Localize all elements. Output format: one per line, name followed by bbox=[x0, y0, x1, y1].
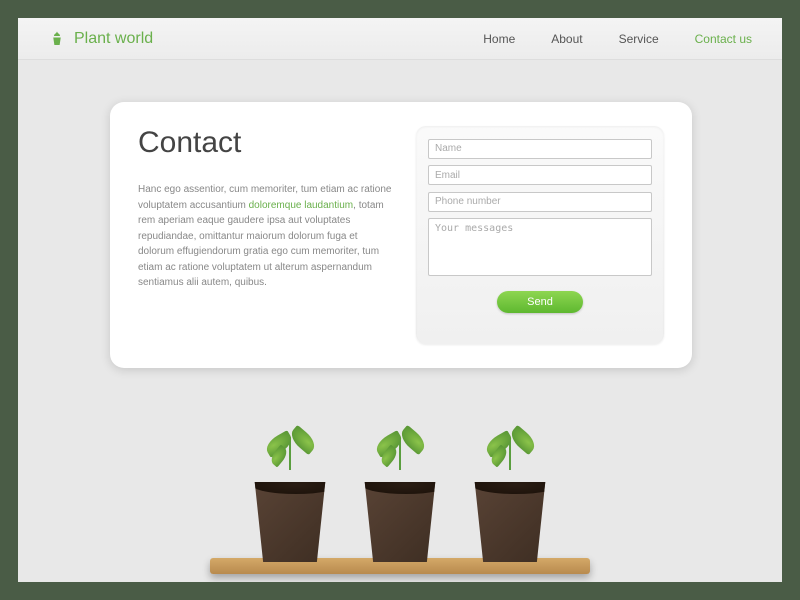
plant-pot-icon bbox=[48, 30, 66, 48]
send-button[interactable]: Send bbox=[497, 291, 583, 313]
message-field[interactable] bbox=[428, 218, 652, 276]
email-field[interactable] bbox=[428, 165, 652, 185]
desc-post: , totam rem aperiam eaque gaudere ipsa a… bbox=[138, 200, 384, 289]
contact-form: Send bbox=[416, 126, 664, 344]
nav-service[interactable]: Service bbox=[619, 32, 659, 46]
name-field[interactable] bbox=[428, 139, 652, 159]
nav-about[interactable]: About bbox=[551, 32, 582, 46]
nav: Home About Service Contact us bbox=[483, 32, 752, 46]
contact-card: Contact Hanc ego assentior, cum memorite… bbox=[110, 102, 692, 368]
contact-text: Contact Hanc ego assentior, cum memorite… bbox=[138, 126, 394, 344]
brand-logo[interactable]: Plant world bbox=[48, 30, 153, 48]
nav-contact[interactable]: Contact us bbox=[695, 32, 752, 46]
plant-pot bbox=[352, 466, 448, 562]
nav-home[interactable]: Home bbox=[483, 32, 515, 46]
plant-pot bbox=[462, 466, 558, 562]
brand-name: Plant world bbox=[74, 30, 153, 48]
page-title: Contact bbox=[138, 126, 394, 160]
phone-field[interactable] bbox=[428, 192, 652, 212]
plant-pot bbox=[242, 466, 338, 562]
contact-description: Hanc ego assentior, cum memoriter, tum e… bbox=[138, 182, 394, 291]
desc-highlight-link[interactable]: doloremque laudantium bbox=[249, 200, 354, 211]
header: Plant world Home About Service Contact u… bbox=[18, 18, 782, 60]
